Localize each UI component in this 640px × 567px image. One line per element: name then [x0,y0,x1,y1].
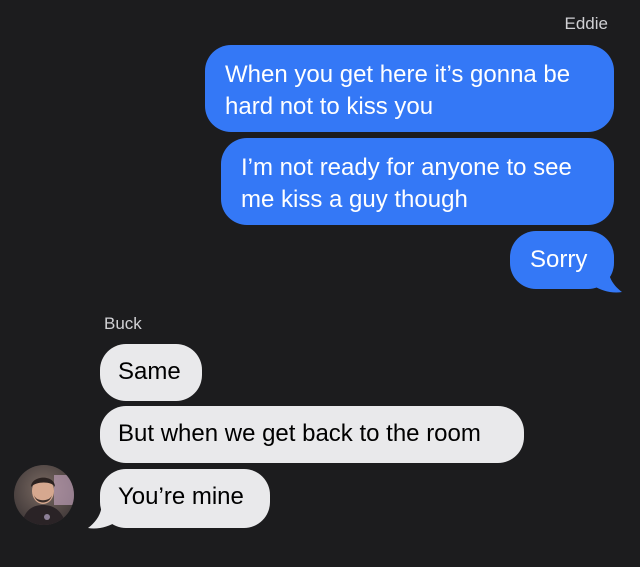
message-text: When you get here it’s gonna be hard not… [225,61,571,120]
avatar-photo-icon [14,465,74,525]
message-text: Sorry [530,246,588,273]
message-bubble-received[interactable]: Same [100,344,202,401]
message-tail-sent [588,266,622,293]
incoming-sender-name: Buck [104,314,142,333]
message-tail-received [88,502,122,529]
message-bubble-received[interactable]: You’re mine [100,469,270,528]
contact-avatar[interactable] [14,465,74,525]
message-bubble-sent[interactable]: I’m not ready for anyone to see me kiss … [221,138,614,225]
outgoing-sender-name: Eddie [564,14,608,33]
message-bubble-sent[interactable]: When you get here it’s gonna be hard not… [205,45,614,132]
message-bubble-received[interactable]: But when we get back to the room [100,406,524,463]
message-text: You’re mine [118,483,244,510]
message-text: Same [118,358,181,385]
message-text: But when we get back to the room [118,420,481,447]
message-text: I’m not ready for anyone to see me kiss … [241,154,572,213]
